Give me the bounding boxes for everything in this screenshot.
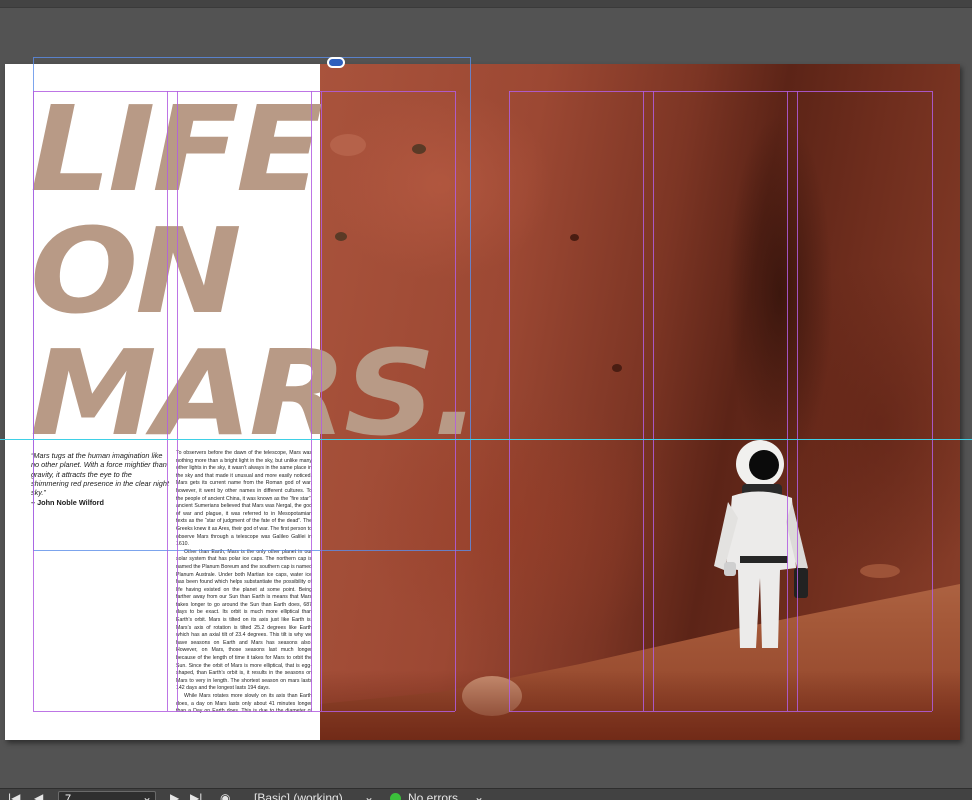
title-line-3: MARS.	[30, 324, 481, 462]
headline-title[interactable]: LIFE ON MARS.	[30, 88, 481, 454]
body-paragraph: While Mars rotates more slowly on its ax…	[176, 693, 312, 714]
status-bar: |◀ ◀ 7 ⌄ ▶ ▶| ◉ [Basic] (working) ⌄ No e…	[0, 788, 972, 800]
body-paragraph: To observers before the dawn of the tele…	[176, 450, 312, 548]
title-line-1: LIFE	[30, 80, 323, 218]
chevron-down-icon[interactable]: ⌄	[474, 790, 484, 800]
prev-page-icon[interactable]: ◀	[34, 791, 43, 800]
chevron-down-icon[interactable]: ⌄	[142, 790, 152, 800]
open-document-icon[interactable]: ◉	[220, 791, 230, 800]
top-toolbar-edge	[0, 0, 972, 8]
astronaut-figure	[714, 440, 808, 648]
body-paragraph: Other than Earth, Mars is the only other…	[176, 548, 312, 692]
last-page-icon[interactable]: ▶|	[190, 791, 202, 800]
first-page-icon[interactable]: |◀	[8, 791, 20, 800]
preflight-ok-icon	[390, 793, 401, 800]
pull-quote-author: – John Noble Wilford	[31, 498, 104, 508]
pull-quote-text: “Mars tugs at the human imagination like…	[31, 451, 169, 498]
next-page-icon[interactable]: ▶	[170, 791, 179, 800]
title-line-2: ON	[30, 202, 242, 340]
chevron-down-icon[interactable]: ⌄	[364, 790, 374, 800]
preflight-profile[interactable]: [Basic] (working)	[254, 791, 343, 800]
pull-quote-frame[interactable]: “Mars tugs at the human imagination like…	[31, 451, 171, 508]
preflight-status[interactable]: No errors	[408, 791, 458, 800]
body-text-frame[interactable]: To observers before the dawn of the tele…	[176, 450, 312, 714]
